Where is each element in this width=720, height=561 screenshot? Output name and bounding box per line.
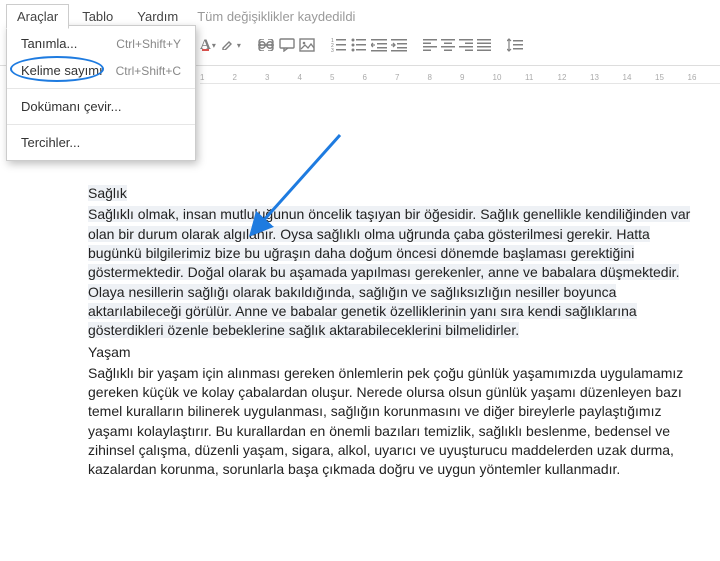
insert-comment-button[interactable] [279, 33, 295, 57]
menu-translate-label: Dokümanı çevir... [21, 99, 121, 114]
ruler-tick: 9 [460, 73, 493, 82]
insert-image-button[interactable] [299, 33, 315, 57]
ruler-tick: 1 [200, 73, 233, 82]
doc-paragraph-2: Sağlıklı bir yaşam için alınması gereken… [88, 365, 683, 478]
menu-word-count-label: Kelime sayımı [21, 63, 103, 78]
menu-preferences[interactable]: Tercihler... [7, 129, 195, 156]
menu-tools[interactable]: Araçlar [6, 4, 69, 29]
svg-text:3: 3 [331, 48, 334, 52]
increase-indent-button[interactable] [391, 33, 407, 57]
ruler-tick: 10 [493, 73, 526, 82]
ruler-tick: 12 [558, 73, 591, 82]
ruler-tick: 14 [623, 73, 656, 82]
ruler-tick: 4 [298, 73, 331, 82]
ruler-tick: 8 [428, 73, 461, 82]
menu-define-label: Tanımla... [21, 36, 77, 51]
ruler-tick: 2 [233, 73, 266, 82]
ruler-tick: 13 [590, 73, 623, 82]
ruler-tick: 3 [265, 73, 298, 82]
highlight-color-button[interactable]: ▾ [220, 33, 241, 57]
align-justify-button[interactable] [477, 33, 491, 57]
ruler-tick: 11 [525, 73, 558, 82]
menu-translate-doc[interactable]: Dokümanı çevir... [7, 93, 195, 120]
doc-heading-2: Yaşam [88, 344, 131, 360]
menu-define[interactable]: Tanımla... Ctrl+Shift+Y [7, 30, 195, 57]
ruler-tick: 7 [395, 73, 428, 82]
menu-word-count-shortcut: Ctrl+Shift+C [116, 64, 181, 78]
bulleted-list-button[interactable] [351, 33, 367, 57]
menu-prefs-label: Tercihler... [21, 135, 80, 150]
menu-word-count[interactable]: Kelime sayımı Ctrl+Shift+C [7, 57, 195, 84]
save-status: Tüm değişiklikler kaydedildi [197, 9, 355, 24]
text-color-button[interactable]: A ▾ [200, 33, 216, 57]
ruler-tick: 15 [655, 73, 688, 82]
line-spacing-button[interactable] [507, 33, 523, 57]
doc-paragraph-1: Sağlıklı olmak, insan mutluluğunun öncel… [88, 206, 690, 338]
align-left-button[interactable] [423, 33, 437, 57]
document-body[interactable]: Sağlık Sağlıklı olmak, insan mutluluğunu… [88, 184, 698, 480]
ruler-tick: 6 [363, 73, 396, 82]
align-center-button[interactable] [441, 33, 455, 57]
doc-heading-1: Sağlık [88, 185, 127, 201]
insert-link-button[interactable] [257, 33, 275, 57]
align-right-button[interactable] [459, 33, 473, 57]
menu-separator [7, 88, 195, 89]
tools-dropdown: Tanımla... Ctrl+Shift+Y Kelime sayımı Ct… [6, 25, 196, 161]
numbered-list-button[interactable]: 123 [331, 33, 347, 57]
decrease-indent-button[interactable] [371, 33, 387, 57]
menu-define-shortcut: Ctrl+Shift+Y [116, 37, 181, 51]
menu-separator [7, 124, 195, 125]
ruler-tick: 16 [688, 73, 720, 82]
ruler[interactable]: 1 2 3 4 5 6 7 8 9 10 11 12 13 14 15 16 [200, 66, 720, 84]
ruler-tick: 5 [330, 73, 363, 82]
